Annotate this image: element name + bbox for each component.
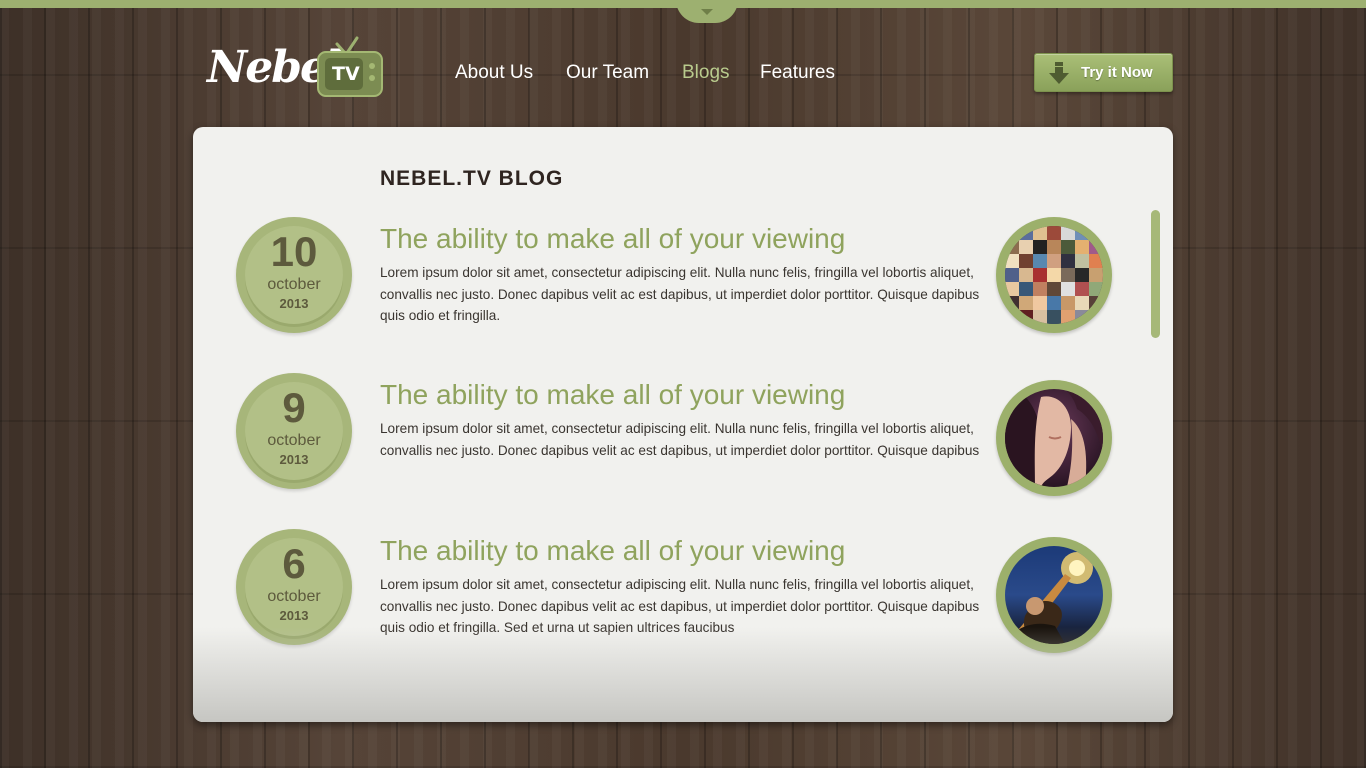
photo-mosaic-image bbox=[1005, 226, 1103, 324]
top-dropdown-tab[interactable] bbox=[676, 0, 738, 23]
logo[interactable]: Nebel. TV bbox=[205, 34, 385, 102]
date-year: 2013 bbox=[279, 608, 309, 623]
post-excerpt: Lorem ipsum dolor sit amet, consectetur … bbox=[380, 265, 980, 323]
blog-post: 6 october 2013 The ability to make all o… bbox=[193, 529, 1173, 659]
date-year: 2013 bbox=[279, 296, 309, 311]
date-badge: 10 october 2013 bbox=[236, 217, 352, 333]
date-day: 6 bbox=[282, 540, 306, 587]
blog-panel: NEBEL.TV BLOG 10 october 2013 The abilit… bbox=[193, 127, 1173, 722]
blog-post: 9 october 2013 The ability to make all o… bbox=[193, 373, 1173, 503]
post-excerpt: Lorem ipsum dolor sit amet, consectetur … bbox=[380, 577, 980, 635]
date-badge: 9 october 2013 bbox=[236, 373, 352, 489]
chevron-down-icon bbox=[701, 9, 713, 15]
try-it-now-label: Try it Now bbox=[1081, 64, 1153, 81]
post-thumbnail[interactable] bbox=[996, 537, 1112, 653]
post-thumbnail[interactable] bbox=[996, 380, 1112, 496]
post-excerpt: Lorem ipsum dolor sit amet, consectetur … bbox=[380, 421, 980, 458]
date-month: october bbox=[267, 432, 321, 449]
date-year: 2013 bbox=[279, 452, 309, 467]
concert-photo-image bbox=[1005, 546, 1103, 644]
download-arrow-icon bbox=[1049, 62, 1069, 84]
post-title-link[interactable]: The ability to make all of your viewing bbox=[380, 535, 845, 567]
date-month: october bbox=[267, 276, 321, 293]
post-thumbnail[interactable] bbox=[996, 217, 1112, 333]
try-it-now-button[interactable]: Try it Now bbox=[1034, 53, 1173, 92]
post-title-link[interactable]: The ability to make all of your viewing bbox=[380, 223, 845, 255]
nav-blogs[interactable]: Blogs bbox=[682, 62, 730, 84]
page-title: NEBEL.TV BLOG bbox=[380, 167, 564, 190]
portrait-photo-image bbox=[1005, 389, 1103, 487]
blog-post: 10 october 2013 The ability to make all … bbox=[193, 217, 1173, 347]
logo-tv-label: TV bbox=[332, 63, 360, 85]
date-day: 10 bbox=[270, 228, 318, 275]
nav-about-us[interactable]: About Us bbox=[455, 62, 533, 84]
post-title-link[interactable]: The ability to make all of your viewing bbox=[380, 379, 845, 411]
nav-features[interactable]: Features bbox=[760, 62, 835, 84]
nav-our-team[interactable]: Our Team bbox=[566, 62, 649, 84]
date-badge: 6 october 2013 bbox=[236, 529, 352, 645]
date-month: october bbox=[267, 588, 321, 605]
date-day: 9 bbox=[282, 384, 306, 431]
